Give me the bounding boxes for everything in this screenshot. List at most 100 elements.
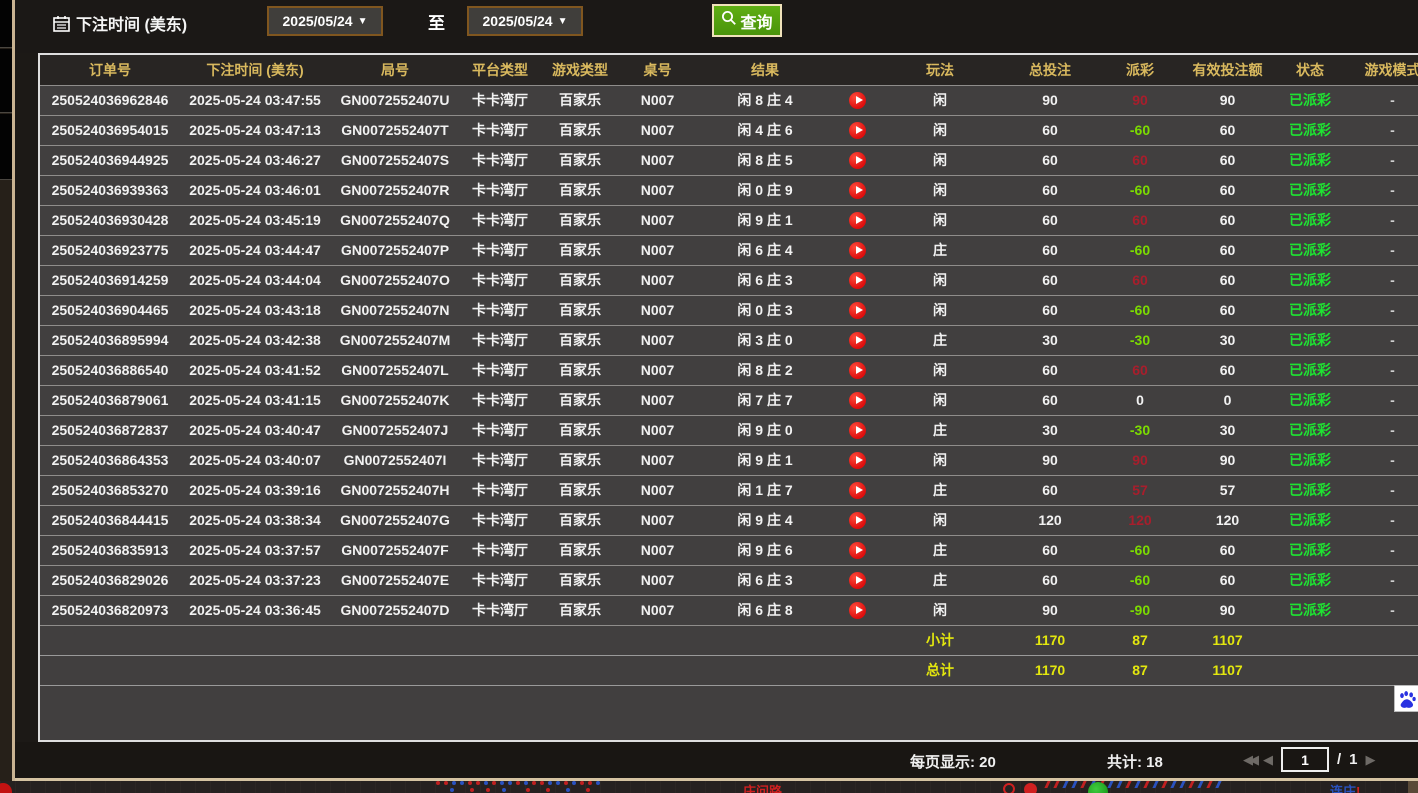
play-result-icon[interactable] bbox=[849, 452, 866, 469]
betting-history-screen: 下注时间 (美东) 2025/05/24 ▼ 至 2025/05/24 ▼ 查询 bbox=[0, 0, 1418, 793]
play-result-icon[interactable] bbox=[849, 122, 866, 139]
cell-payout: 120 bbox=[1100, 505, 1180, 535]
cell-wager: 闲 bbox=[880, 385, 1000, 415]
play-result-icon[interactable] bbox=[849, 542, 866, 559]
cell-time: 2025-05-24 03:41:15 bbox=[180, 385, 330, 415]
cell-bet: 90 bbox=[1000, 445, 1100, 475]
cell-bet: 30 bbox=[1000, 415, 1100, 445]
col-header-platform: 平台类型 bbox=[460, 55, 540, 85]
play-result-icon[interactable] bbox=[849, 602, 866, 619]
cell-status: 已派彩 bbox=[1275, 565, 1345, 595]
cell-round: GN0072552407N bbox=[330, 295, 460, 325]
cell-time: 2025-05-24 03:41:52 bbox=[180, 355, 330, 385]
cell-time: 2025-05-24 03:45:19 bbox=[180, 205, 330, 235]
cell-result: 闲 9 庄 1 bbox=[695, 445, 835, 475]
cell-game: 百家乐 bbox=[540, 385, 620, 415]
first-page-button[interactable]: ◀◀ bbox=[1243, 752, 1255, 768]
cell-status: 已派彩 bbox=[1275, 85, 1345, 115]
table-body: 2505240369628462025-05-24 03:47:55GN0072… bbox=[40, 85, 1418, 625]
play-result-icon[interactable] bbox=[849, 152, 866, 169]
play-result-icon[interactable] bbox=[849, 362, 866, 379]
cell-game: 百家乐 bbox=[540, 265, 620, 295]
cell-order: 250524036864353 bbox=[40, 445, 180, 475]
cell-play bbox=[835, 175, 880, 205]
search-button[interactable]: 查询 bbox=[712, 4, 782, 37]
cell-mode: - bbox=[1345, 235, 1418, 265]
cell-bet: 120 bbox=[1000, 505, 1100, 535]
play-result-icon[interactable] bbox=[849, 422, 866, 439]
cell-round: GN0072552407U bbox=[330, 85, 460, 115]
cell-play bbox=[835, 475, 880, 505]
cell-round: GN0072552407E bbox=[330, 565, 460, 595]
play-result-icon[interactable] bbox=[849, 272, 866, 289]
table-row: 2505240369449252025-05-24 03:46:27GN0072… bbox=[40, 145, 1418, 175]
col-header-table-no: 桌号 bbox=[620, 55, 695, 85]
play-result-icon[interactable] bbox=[849, 182, 866, 199]
cell-mode: - bbox=[1345, 415, 1418, 445]
cell-order: 250524036820973 bbox=[40, 595, 180, 625]
play-triangle-icon bbox=[856, 96, 863, 104]
play-result-icon[interactable] bbox=[849, 212, 866, 229]
col-header-result: 结果 bbox=[695, 55, 835, 85]
page-separator: / bbox=[1337, 751, 1341, 768]
cell-valid: 60 bbox=[1180, 565, 1275, 595]
cell-game: 百家乐 bbox=[540, 295, 620, 325]
total-payout: 87 bbox=[1100, 655, 1180, 685]
pagination-footer: 每页显示: 20 共计: 18 ◀◀ ◀ 1 / 1 ▶ bbox=[15, 742, 1418, 779]
cell-result: 闲 8 庄 2 bbox=[695, 355, 835, 385]
baidu-paw-icon[interactable] bbox=[1394, 685, 1418, 712]
subtotal-bet: 1170 bbox=[1000, 625, 1100, 655]
play-result-icon[interactable] bbox=[849, 332, 866, 349]
date-to-value: 2025/05/24 bbox=[483, 13, 553, 29]
cell-order: 250524036914259 bbox=[40, 265, 180, 295]
play-result-icon[interactable] bbox=[849, 392, 866, 409]
cell-result: 闲 8 庄 4 bbox=[695, 85, 835, 115]
cell-table_no: N007 bbox=[620, 175, 695, 205]
date-from-value: 2025/05/24 bbox=[283, 13, 353, 29]
play-result-icon[interactable] bbox=[849, 302, 866, 319]
cell-order: 250524036829026 bbox=[40, 565, 180, 595]
cell-valid: 120 bbox=[1180, 505, 1275, 535]
play-result-icon[interactable] bbox=[849, 92, 866, 109]
play-triangle-icon bbox=[856, 486, 863, 494]
banker-road-label: 庄问路 bbox=[743, 781, 782, 793]
cell-wager: 庄 bbox=[880, 535, 1000, 565]
cell-game: 百家乐 bbox=[540, 205, 620, 235]
cell-order: 250524036954015 bbox=[40, 115, 180, 145]
cell-bet: 60 bbox=[1000, 175, 1100, 205]
table-row: 2505240368728372025-05-24 03:40:47GN0072… bbox=[40, 415, 1418, 445]
cell-payout: 57 bbox=[1100, 475, 1180, 505]
roadmap-dots bbox=[436, 781, 440, 785]
date-from-select[interactable]: 2025/05/24 ▼ bbox=[267, 6, 383, 36]
cell-result: 闲 3 庄 0 bbox=[695, 325, 835, 355]
cell-time: 2025-05-24 03:42:38 bbox=[180, 325, 330, 355]
underlay-fragment bbox=[1408, 781, 1418, 793]
play-result-icon[interactable] bbox=[849, 512, 866, 529]
cell-order: 250524036939363 bbox=[40, 175, 180, 205]
per-page-label: 每页显示: 20 bbox=[910, 751, 996, 772]
play-triangle-icon bbox=[856, 366, 863, 374]
cell-valid: 30 bbox=[1180, 325, 1275, 355]
play-result-icon[interactable] bbox=[849, 242, 866, 259]
cell-status: 已派彩 bbox=[1275, 475, 1345, 505]
cell-wager: 闲 bbox=[880, 505, 1000, 535]
cell-platform: 卡卡湾厅 bbox=[460, 385, 540, 415]
play-result-icon[interactable] bbox=[849, 482, 866, 499]
play-triangle-icon bbox=[856, 186, 863, 194]
date-to-select[interactable]: 2025/05/24 ▼ bbox=[467, 6, 583, 36]
play-result-icon[interactable] bbox=[849, 572, 866, 589]
page-input[interactable]: 1 bbox=[1281, 747, 1329, 772]
date-range-to-label: 至 bbox=[428, 9, 445, 34]
next-page-button[interactable]: ▶ bbox=[1366, 752, 1376, 768]
cell-mode: - bbox=[1345, 175, 1418, 205]
prev-page-button[interactable]: ◀ bbox=[1263, 752, 1273, 768]
cell-table_no: N007 bbox=[620, 355, 695, 385]
cell-game: 百家乐 bbox=[540, 535, 620, 565]
chevron-down-icon: ▼ bbox=[558, 16, 568, 27]
play-triangle-icon bbox=[856, 456, 863, 464]
cell-payout: 60 bbox=[1100, 265, 1180, 295]
play-triangle-icon bbox=[856, 426, 863, 434]
cell-round: GN0072552407D bbox=[330, 595, 460, 625]
cell-status: 已派彩 bbox=[1275, 295, 1345, 325]
cell-play bbox=[835, 445, 880, 475]
